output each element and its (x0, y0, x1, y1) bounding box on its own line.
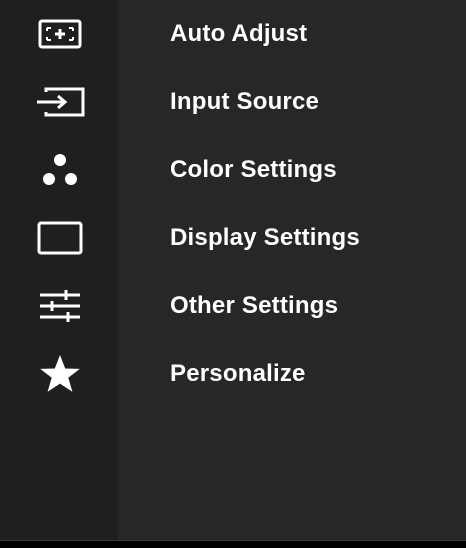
osd-menu-panel: Auto Adjust Input Source Color Settings (0, 0, 466, 541)
menu-item-display-settings[interactable]: Display Settings (0, 204, 466, 272)
menu-item-auto-adjust[interactable]: Auto Adjust (0, 0, 466, 68)
menu-item-label: Input Source (170, 88, 320, 115)
menu-item-label: Color Settings (170, 156, 337, 183)
menu-item-other-settings[interactable]: Other Settings (0, 272, 466, 340)
color-settings-icon (28, 136, 92, 204)
menu-item-label: Personalize (170, 360, 306, 387)
menu-item-color-settings[interactable]: Color Settings (0, 136, 466, 204)
input-source-icon (28, 68, 92, 136)
menu-item-label: Auto Adjust (170, 20, 308, 47)
star-icon (28, 340, 92, 408)
menu-item-label: Other Settings (170, 292, 339, 319)
menu-item-input-source[interactable]: Input Source (0, 68, 466, 136)
other-settings-icon (28, 272, 92, 340)
display-settings-icon (28, 204, 92, 272)
auto-adjust-icon (28, 0, 92, 68)
menu-item-personalize[interactable]: Personalize (0, 340, 466, 408)
menu-item-label: Display Settings (170, 224, 360, 251)
